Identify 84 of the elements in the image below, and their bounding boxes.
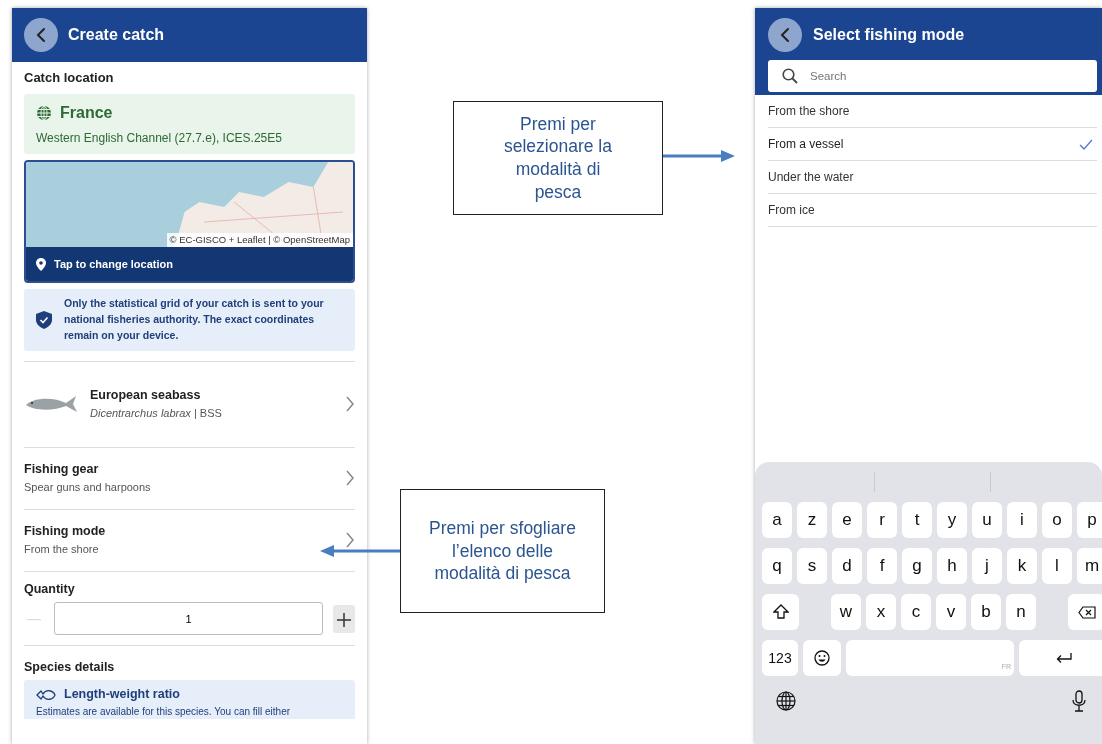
keyboard-key[interactable]: x [866, 594, 896, 630]
keyboard-key[interactable]: f [867, 548, 897, 584]
chevron-right-icon [345, 531, 355, 549]
keyboard-key[interactable]: o [1042, 502, 1072, 538]
callout-box: Premi per selezionare la modalità di pesca [453, 101, 663, 215]
globe-icon[interactable] [776, 691, 796, 711]
option-label: From the shore [768, 103, 850, 120]
chevron-right-icon [345, 469, 355, 487]
keyboard-key[interactable]: d [832, 548, 862, 584]
keyboard-key[interactable]: b [971, 594, 1001, 630]
quantity-field[interactable]: 1 [54, 602, 323, 636]
keyboard-key[interactable]: r [867, 502, 897, 538]
change-location-text: Tap to change location [54, 256, 173, 272]
keyboard-key[interactable]: n [1006, 594, 1036, 630]
card-text: Estimates are available for this species. You can fill either [36, 705, 292, 719]
keyboard-key[interactable]: p [1077, 502, 1102, 538]
keyboard-key[interactable]: a [762, 502, 792, 538]
section-heading: Species details [24, 658, 116, 676]
map-widget[interactable]: © EC-GISCO + Leaflet | © OpenStreetMap Tap to change location [24, 159, 355, 284]
back-button[interactable] [24, 18, 58, 52]
emoji-key[interactable] [803, 640, 841, 676]
field-label: Fishing mode [24, 523, 107, 541]
fish-outline-icon [36, 688, 56, 701]
keyboard-key[interactable]: h [937, 548, 967, 584]
shift-key[interactable] [762, 594, 799, 630]
numbers-key[interactable]: 123 [762, 640, 798, 676]
callout-box: Premi per sfogliare l’elenco delle modalità di pesca [400, 489, 605, 613]
change-location-bar[interactable]: Tap to change location [26, 246, 353, 282]
keyboard-key[interactable]: j [972, 548, 1002, 584]
backspace-icon [1077, 605, 1096, 619]
option-item[interactable]: From ice [768, 194, 1097, 227]
checkmark-icon [1079, 138, 1093, 150]
chevron-right-icon [345, 395, 355, 413]
field-label: Fishing gear [24, 461, 100, 479]
keyboard-key[interactable]: s [797, 548, 827, 584]
globe-icon [36, 104, 52, 121]
screen-title: Create catch [68, 25, 165, 45]
field-label: Quantity [24, 580, 76, 598]
screen-title: Select fishing mode [813, 25, 965, 45]
fish-drawing [24, 393, 78, 415]
section-heading: Catch location [24, 69, 115, 87]
option-label: From a vessel [768, 136, 844, 153]
backspace-key[interactable] [1068, 594, 1102, 630]
keyboard-key[interactable]: u [972, 502, 1002, 538]
return-icon [1055, 652, 1073, 664]
fishing-area: Western English Channel (27.7.e), ICES.25E5 [36, 128, 343, 147]
keyboard-key[interactable]: e [832, 502, 862, 538]
option-item[interactable]: From the shore [768, 95, 1097, 128]
back-button[interactable] [768, 18, 802, 52]
species-subtitle: Dicentrarchus labrax | BSS [90, 406, 223, 422]
keyboard-key[interactable]: c [901, 594, 931, 630]
keyboard-key[interactable]: v [936, 594, 966, 630]
country-name: France [60, 102, 113, 123]
option-label: From ice [768, 202, 815, 219]
minus-icon [27, 618, 41, 621]
keyboard-key[interactable]: q [762, 548, 792, 584]
field-value: Spear guns and harpoons [24, 480, 152, 496]
search-field[interactable]: Search [768, 60, 1097, 92]
arrow [663, 150, 735, 162]
keyboard-key[interactable]: z [797, 502, 827, 538]
keyboard-key[interactable]: g [902, 548, 932, 584]
shift-icon [772, 604, 789, 620]
keyboard-key[interactable]: y [937, 502, 967, 538]
keyboard-key[interactable]: w [831, 594, 861, 630]
privacy-note-text: Only the statistical grid of your catch is sent to your national fisheries authority. The exact coordinates remain on your device. [64, 296, 325, 343]
species-name: European seabass [90, 387, 202, 405]
card-title: Length-weight ratio [64, 686, 180, 704]
keyboard-key[interactable]: m [1077, 548, 1102, 584]
keyboard-key[interactable]: t [902, 502, 932, 538]
keyboard-key[interactable]: i [1007, 502, 1037, 538]
shield-check-icon [36, 310, 52, 329]
keyboard-key[interactable]: l [1042, 548, 1072, 584]
option-label: Under the water [768, 169, 854, 186]
smiley-icon [814, 650, 830, 666]
field-value: From the shore [24, 542, 100, 558]
form-field-row[interactable]: Fishing gear Spear guns and harpoons [24, 446, 355, 509]
keyboard-key[interactable]: k [1007, 548, 1037, 584]
option-item[interactable]: Under the water [768, 161, 1097, 194]
increment-button[interactable] [333, 604, 355, 633]
pin-icon [36, 257, 46, 271]
microphone-icon[interactable] [1072, 690, 1086, 712]
option-item[interactable]: From a vessel [768, 128, 1097, 161]
species-row[interactable]: European seabass Dicentrarchus labrax | BSS [24, 360, 355, 447]
plus-icon [337, 613, 351, 628]
